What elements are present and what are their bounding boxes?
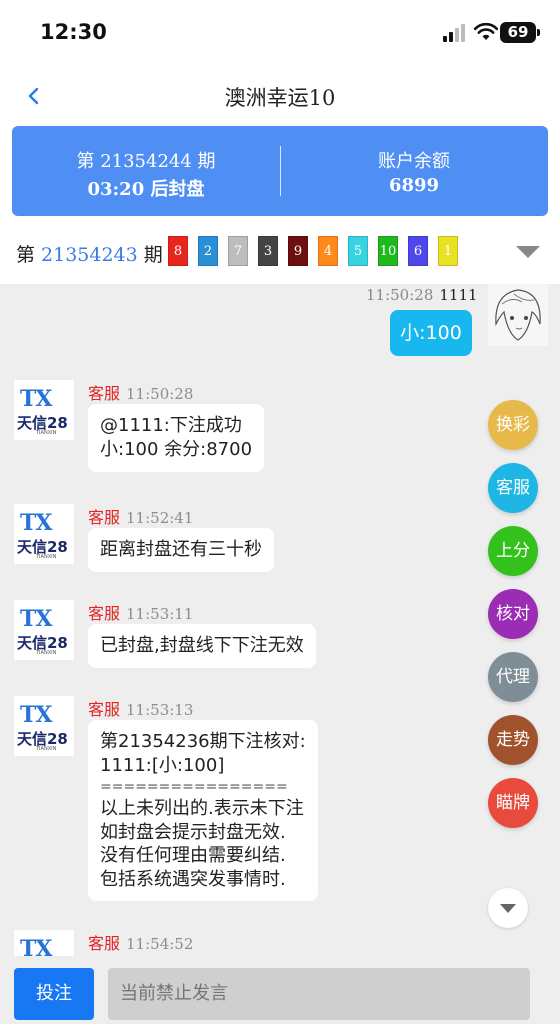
scroll-down-button[interactable] <box>488 888 528 928</box>
message-time: 11:54:52 <box>126 935 194 953</box>
service-avatar[interactable]: TX <box>14 930 74 956</box>
service-avatar[interactable]: TX 天信28 TIANXIN <box>14 380 74 440</box>
info-section: 第 21354244 期 03:20 后封盘 账户余额 6899 <box>0 126 560 220</box>
message-meta: 客服 11:54:52 <box>88 930 193 954</box>
message-meta: 客服 11:50:28 <box>88 380 193 404</box>
message-line: @1111:下注成功 <box>100 415 242 436</box>
result-ball: 5 <box>348 236 368 266</box>
countdown-label: 03:20 后封盘 <box>87 179 205 200</box>
bet-button[interactable]: 投注 <box>14 968 94 1020</box>
side-button[interactable]: 代理 <box>488 652 538 702</box>
anime-avatar-icon <box>488 284 548 346</box>
result-ball: 8 <box>168 236 188 266</box>
message-meta: 客服 11:53:13 <box>88 696 193 720</box>
message-line: 第21354236期下注核对: <box>100 731 306 752</box>
message-time: 11:50:28 <box>126 385 194 403</box>
result-ball: 3 <box>258 236 278 266</box>
message-meta: 客服 11:53:11 <box>88 600 193 624</box>
wifi-icon <box>474 22 498 40</box>
balance-block: 账户余额 6899 <box>280 126 548 216</box>
page-title: 澳洲幸运10 <box>224 86 336 110</box>
cellular-signal-icon <box>443 24 467 42</box>
result-ball: 1 <box>438 236 458 266</box>
last-period-prefix: 第 <box>16 244 36 266</box>
last-period-label: 第 21354243 期 <box>16 240 163 267</box>
avatar-logo-text: TX <box>20 386 52 412</box>
balance-value: 6899 <box>388 175 440 196</box>
sender-name: 客服 <box>88 700 121 719</box>
service-avatar[interactable]: TX 天信28 TIANXIN <box>14 504 74 564</box>
message-meta: 客服 11:52:41 <box>88 504 193 528</box>
message-line: 1111:[小:100] <box>100 754 225 776</box>
avatar-logo-text: TX <box>20 510 52 536</box>
message-line: 以上未列出的.表示未下注 <box>100 798 304 819</box>
message-line: ================ <box>100 779 288 795</box>
avatar-brand-sub: TIANXIN <box>36 650 57 656</box>
message-line: 没有任何理由需要纠结. <box>100 845 286 866</box>
side-button[interactable]: 核对 <box>488 589 538 639</box>
my-message-bubble: 小:100 <box>390 310 472 356</box>
result-ball: 6 <box>408 236 428 266</box>
message-line: 小:100 余分:8700 <box>100 439 253 460</box>
message-bubble: 已封盘,封盘线下下注无效 <box>88 624 316 668</box>
current-period-block: 第 21354244 期 03:20 后封盘 <box>12 126 280 216</box>
sender-name: 客服 <box>88 508 121 527</box>
battery-icon: 69 <box>500 22 540 43</box>
result-ball: 2 <box>198 236 218 266</box>
message-bubble: 距离封盘还有三十秒 <box>88 528 274 572</box>
message-bubble: @1111:下注成功 小:100 余分:8700 <box>88 404 265 472</box>
sender-name: 客服 <box>88 384 121 403</box>
message-time: 11:52:41 <box>126 509 194 527</box>
sender-name: 客服 <box>88 934 121 953</box>
my-message-time: 11:50:28 <box>366 286 434 304</box>
current-period-label: 第 21354244 期 <box>76 151 216 172</box>
message-bubble: 第21354236期下注核对: 1111:[小:100] ===========… <box>88 720 318 901</box>
period-info-card: 第 21354244 期 03:20 后封盘 账户余额 6899 <box>12 126 548 216</box>
side-button[interactable]: 瞄牌 <box>488 778 538 828</box>
avatar-logo-text: TX <box>20 606 52 632</box>
avatar-brand-sub: TIANXIN <box>36 554 57 560</box>
input-bar: 投注 <box>0 956 560 1024</box>
my-username: 1111 <box>439 286 478 304</box>
avatar-brand-sub: TIANXIN <box>36 746 57 752</box>
service-avatar[interactable]: TX 天信28 TIANXIN <box>14 600 74 660</box>
message-time: 11:53:13 <box>126 701 194 719</box>
side-button[interactable]: 走势 <box>488 715 538 765</box>
service-avatar[interactable]: TX 天信28 TIANXIN <box>14 696 74 756</box>
result-ball: 4 <box>318 236 338 266</box>
sender-name: 客服 <box>88 604 121 623</box>
message-line: 已封盘,封盘线下下注无效 <box>100 635 304 656</box>
avatar-logo-text: TX <box>20 936 52 956</box>
message-line: 包括系统遇突发事情时. <box>100 868 286 890</box>
side-button[interactable]: 客服 <box>488 463 538 513</box>
side-button[interactable]: 换彩 <box>488 400 538 450</box>
my-message-meta: 11:50:28 1111 <box>366 286 478 304</box>
result-ball: 9 <box>288 236 308 266</box>
last-period-number: 21354243 <box>41 244 138 266</box>
chat-area[interactable]: 11:50:28 1111 小:100 TX 天信28 TIANXIN 客服 11:… <box>0 284 560 956</box>
message-line: 距离封盘还有三十秒 <box>100 539 262 560</box>
nav-bar: 澳洲幸运10 <box>0 66 560 126</box>
message-input[interactable] <box>108 968 530 1020</box>
status-time: 12:30 <box>40 20 107 44</box>
result-ball: 10 <box>378 236 398 266</box>
side-button[interactable]: 上分 <box>488 526 538 576</box>
last-result-row[interactable]: 第 21354243 期 8 2 7 3 9 4 5 10 6 1 <box>0 220 560 284</box>
message-line: 如封盘会提示封盘无效. <box>100 821 286 843</box>
user-avatar[interactable] <box>488 284 548 346</box>
avatar-logo-text: TX <box>20 702 52 728</box>
avatar-brand-sub: TIANXIN <box>36 430 57 436</box>
message-time: 11:53:11 <box>126 605 194 623</box>
result-ball: 7 <box>228 236 248 266</box>
dropdown-triangle-icon[interactable] <box>516 246 540 258</box>
balance-title: 账户余额 <box>378 151 450 172</box>
last-period-suffix: 期 <box>143 244 163 266</box>
status-bar: 12:30 69 <box>0 0 560 66</box>
